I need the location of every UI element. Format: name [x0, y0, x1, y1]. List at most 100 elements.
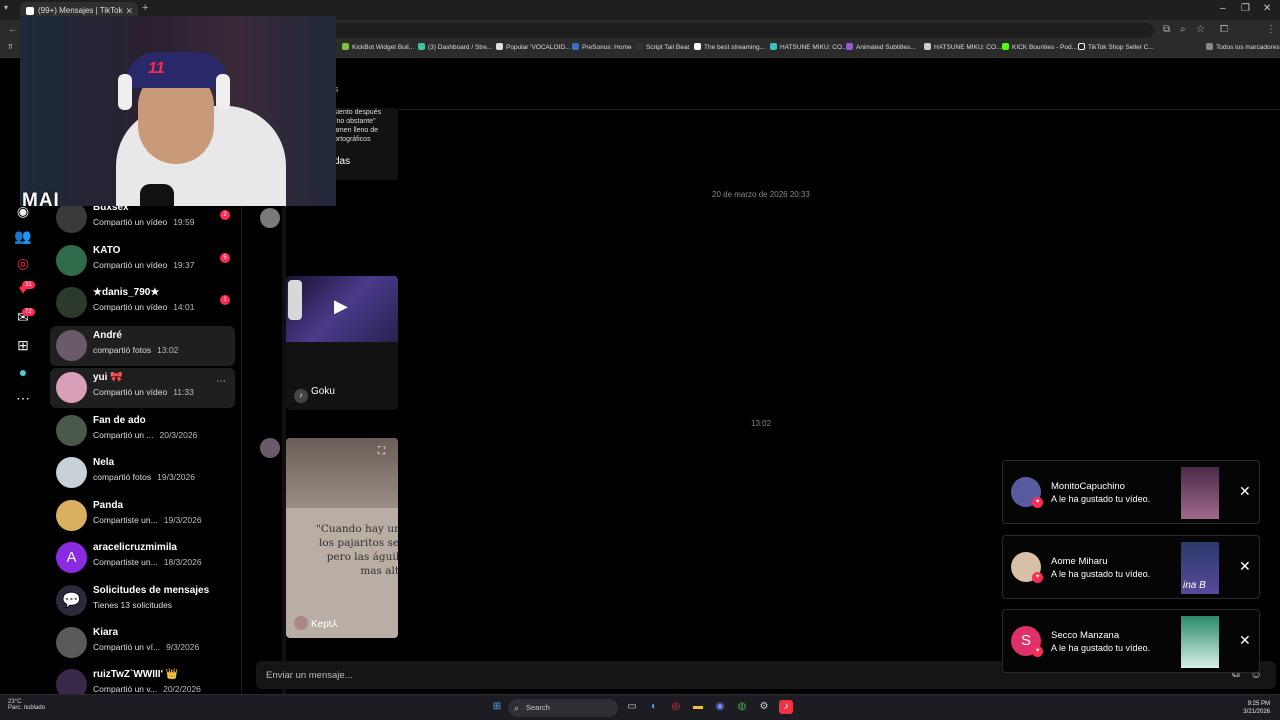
tiktok-favicon-icon: [26, 7, 34, 15]
message-requests[interactable]: 💬 Solicitudes de mensajes Tienes 13 soli…: [50, 581, 235, 621]
bookmark-item[interactable]: HATSUNE MIKU: CO...: [770, 43, 847, 51]
messages-badge: 72: [22, 308, 35, 316]
new-tab-icon[interactable]: +: [142, 2, 148, 14]
bookmark-star-icon[interactable]: ☆: [1196, 24, 1205, 35]
minimize-icon[interactable]: –: [1220, 3, 1226, 14]
bookmark-item[interactable]: KickBot Widget Buil...: [342, 43, 414, 51]
conversation-preview: Compartió un ... 20/3/2026: [93, 430, 198, 440]
more-icon[interactable]: ⋯: [14, 390, 32, 408]
close-icon[interactable]: ✕: [1239, 558, 1251, 575]
conversation-item[interactable]: KATO Compartió un vídeo 19:37 5: [50, 241, 235, 281]
expand-icon[interactable]: ⛶: [378, 446, 385, 457]
heart-icon: ♥: [1032, 497, 1043, 508]
close-icon[interactable]: ✕: [1239, 632, 1251, 649]
conversation-item[interactable]: ★danis_790★ Compartió un vídeo 14:01 1: [50, 283, 235, 323]
notification-text: A le ha gustado tu vídeo.: [1051, 569, 1151, 579]
back-icon[interactable]: ←: [8, 24, 18, 35]
clock-time: 9:25 PM: [1247, 701, 1270, 707]
bookmark-item[interactable]: Animated Subtitles...: [846, 43, 916, 51]
close-icon[interactable]: ✕: [1239, 483, 1251, 500]
activity-badge: 31: [22, 281, 35, 289]
notification-user: Aome Miharu: [1051, 556, 1108, 567]
bookmark-item[interactable]: KICK Bounties - Pod...: [1002, 43, 1077, 51]
conversation-item[interactable]: Kiara Compartió un ví... 9/3/2026: [50, 623, 235, 663]
music-app-icon[interactable]: ♪: [779, 700, 793, 714]
avatar: [56, 669, 87, 694]
thumbnail-text: ina B: [1183, 580, 1206, 591]
upload-icon[interactable]: ⊞: [14, 337, 32, 355]
window-close-icon[interactable]: ✕: [1263, 3, 1271, 14]
system-clock[interactable]: 9:25 PM 3/21/2026: [1243, 700, 1270, 716]
weather-text: Parc. nublado: [8, 705, 46, 711]
bookmark-item[interactable]: The best streaming...: [694, 43, 765, 51]
avatar: [56, 202, 87, 233]
bookmark-item[interactable]: HATSUNE MIKU: CO...: [924, 43, 1001, 51]
conversation-item[interactable]: A aracelicruzmimila Compartiste un... 18/…: [50, 538, 235, 578]
shared-video-card[interactable]: ▶ ♪ Goku: [286, 276, 398, 410]
conversation-item-active[interactable]: yui 🎀 Compartió un vídeo 11:33 ⋯: [50, 368, 235, 408]
tab-title: (99+) Mensajes | TikTok: [38, 6, 123, 15]
bookmark-item[interactable]: PreSonus: Home: [572, 43, 632, 51]
notification-thumbnail: [1181, 616, 1219, 668]
apps-icon[interactable]: ⠿: [8, 43, 13, 51]
zoom-icon[interactable]: ⌕: [1180, 24, 1186, 35]
following-icon[interactable]: 👥: [14, 228, 32, 246]
avatar: [56, 245, 87, 276]
conversation-item[interactable]: ruizTwZ`WWIII' 👑 Compartió un v... 20/2/2…: [50, 665, 235, 694]
extensions-icon[interactable]: ⧠: [1220, 24, 1228, 35]
live-icon[interactable]: ◎: [14, 255, 32, 273]
search-label: Search: [526, 703, 550, 712]
shared-post-text: siento después "no obstante" amen lleno …: [334, 109, 382, 143]
windows-taskbar: 23°C Parc. nublado ⊞ ⌕ Search ▭ ◐ ◎ ▬ ◉ …: [0, 694, 1280, 720]
cast-icon[interactable]: ⧉: [1163, 24, 1170, 35]
conversation-item[interactable]: Panda Compartiste un... 19/3/2026: [50, 496, 235, 536]
all-bookmarks[interactable]: Todos los marcadores: [1206, 43, 1280, 51]
conversation-preview: Compartiste un... 19/3/2026: [93, 515, 202, 525]
notification-toast[interactable]: ♥ Aome Miharu A le ha gustado tu vídeo. …: [1002, 535, 1260, 599]
edge-icon[interactable]: ◐: [647, 700, 661, 714]
start-icon[interactable]: ⊞: [490, 700, 504, 714]
conversation-name: ruizTwZ`WWIII' 👑: [93, 669, 179, 680]
discord-icon[interactable]: ◉: [713, 700, 727, 714]
author-avatar-icon: [294, 616, 308, 630]
browser-menu-icon[interactable]: ⋮: [1266, 24, 1276, 35]
conversation-preview: Compartió un vídeo 19:37: [93, 260, 195, 270]
notification-toast[interactable]: ♥ MonitoCapuchino A le ha gustado tu víd…: [1002, 460, 1260, 524]
headphone-left: [118, 74, 132, 110]
bookmark-item[interactable]: Popular 'VOCALOID...: [496, 43, 570, 51]
chrome-icon[interactable]: ◍: [735, 700, 749, 714]
bookmark-item[interactable]: Script Tail Beat: [636, 43, 689, 51]
message-requests-icon: 💬: [56, 585, 87, 616]
more-options-icon[interactable]: ⋯: [216, 376, 226, 387]
bookmark-item[interactable]: TikTok Shop Seller C...: [1078, 43, 1154, 51]
conversation-name: Fan de ado: [93, 415, 146, 426]
notification-toast[interactable]: S ♥ Secco Manzana A le ha gustado tu víd…: [1002, 609, 1260, 673]
avatar: [56, 330, 87, 361]
shared-photo-card[interactable]: ⛶ "Cuando hay ur los pajaritos se pero l…: [286, 438, 398, 638]
settings-icon[interactable]: ⚙: [757, 700, 771, 714]
avatar: [56, 500, 87, 531]
clock-date: 3/21/2026: [1243, 709, 1270, 715]
bookmark-item[interactable]: (3) Dashboard / Stre...: [418, 43, 492, 51]
play-icon[interactable]: ▶: [334, 296, 348, 317]
profile-icon[interactable]: ●: [14, 364, 32, 382]
taskbar-search[interactable]: ⌕ Search: [508, 699, 618, 717]
conversation-preview: Compartió un vídeo 14:01: [93, 302, 195, 312]
conversation-item[interactable]: Nela compartió fotos 19/3/2026: [50, 453, 235, 493]
restore-icon[interactable]: ❐: [1241, 3, 1250, 14]
task-view-icon[interactable]: ▭: [625, 700, 639, 714]
conversation-preview: Tienes 13 solicitudes: [93, 600, 173, 610]
conversation-preview: Compartió un vídeo 19:59: [93, 217, 195, 227]
microphone: [140, 184, 174, 206]
date-separator: 13:02: [751, 419, 772, 428]
notification-user: MonitoCapuchino: [1051, 481, 1125, 492]
conversation-item[interactable]: André compartió fotos 13:02: [50, 326, 235, 366]
app-icon[interactable]: ◎: [669, 700, 683, 714]
conversation-item[interactable]: Fan de ado Compartió un ... 20/3/2026: [50, 411, 235, 451]
conversation-preview: compartió fotos 19/3/2026: [93, 472, 195, 482]
tab-search-icon[interactable]: ▾: [4, 3, 8, 12]
cap: 11: [126, 52, 228, 88]
weather-widget[interactable]: 23°C Parc. nublado: [8, 699, 45, 711]
file-explorer-icon[interactable]: ▬: [691, 700, 705, 714]
search-icon: ⌕: [514, 703, 520, 713]
